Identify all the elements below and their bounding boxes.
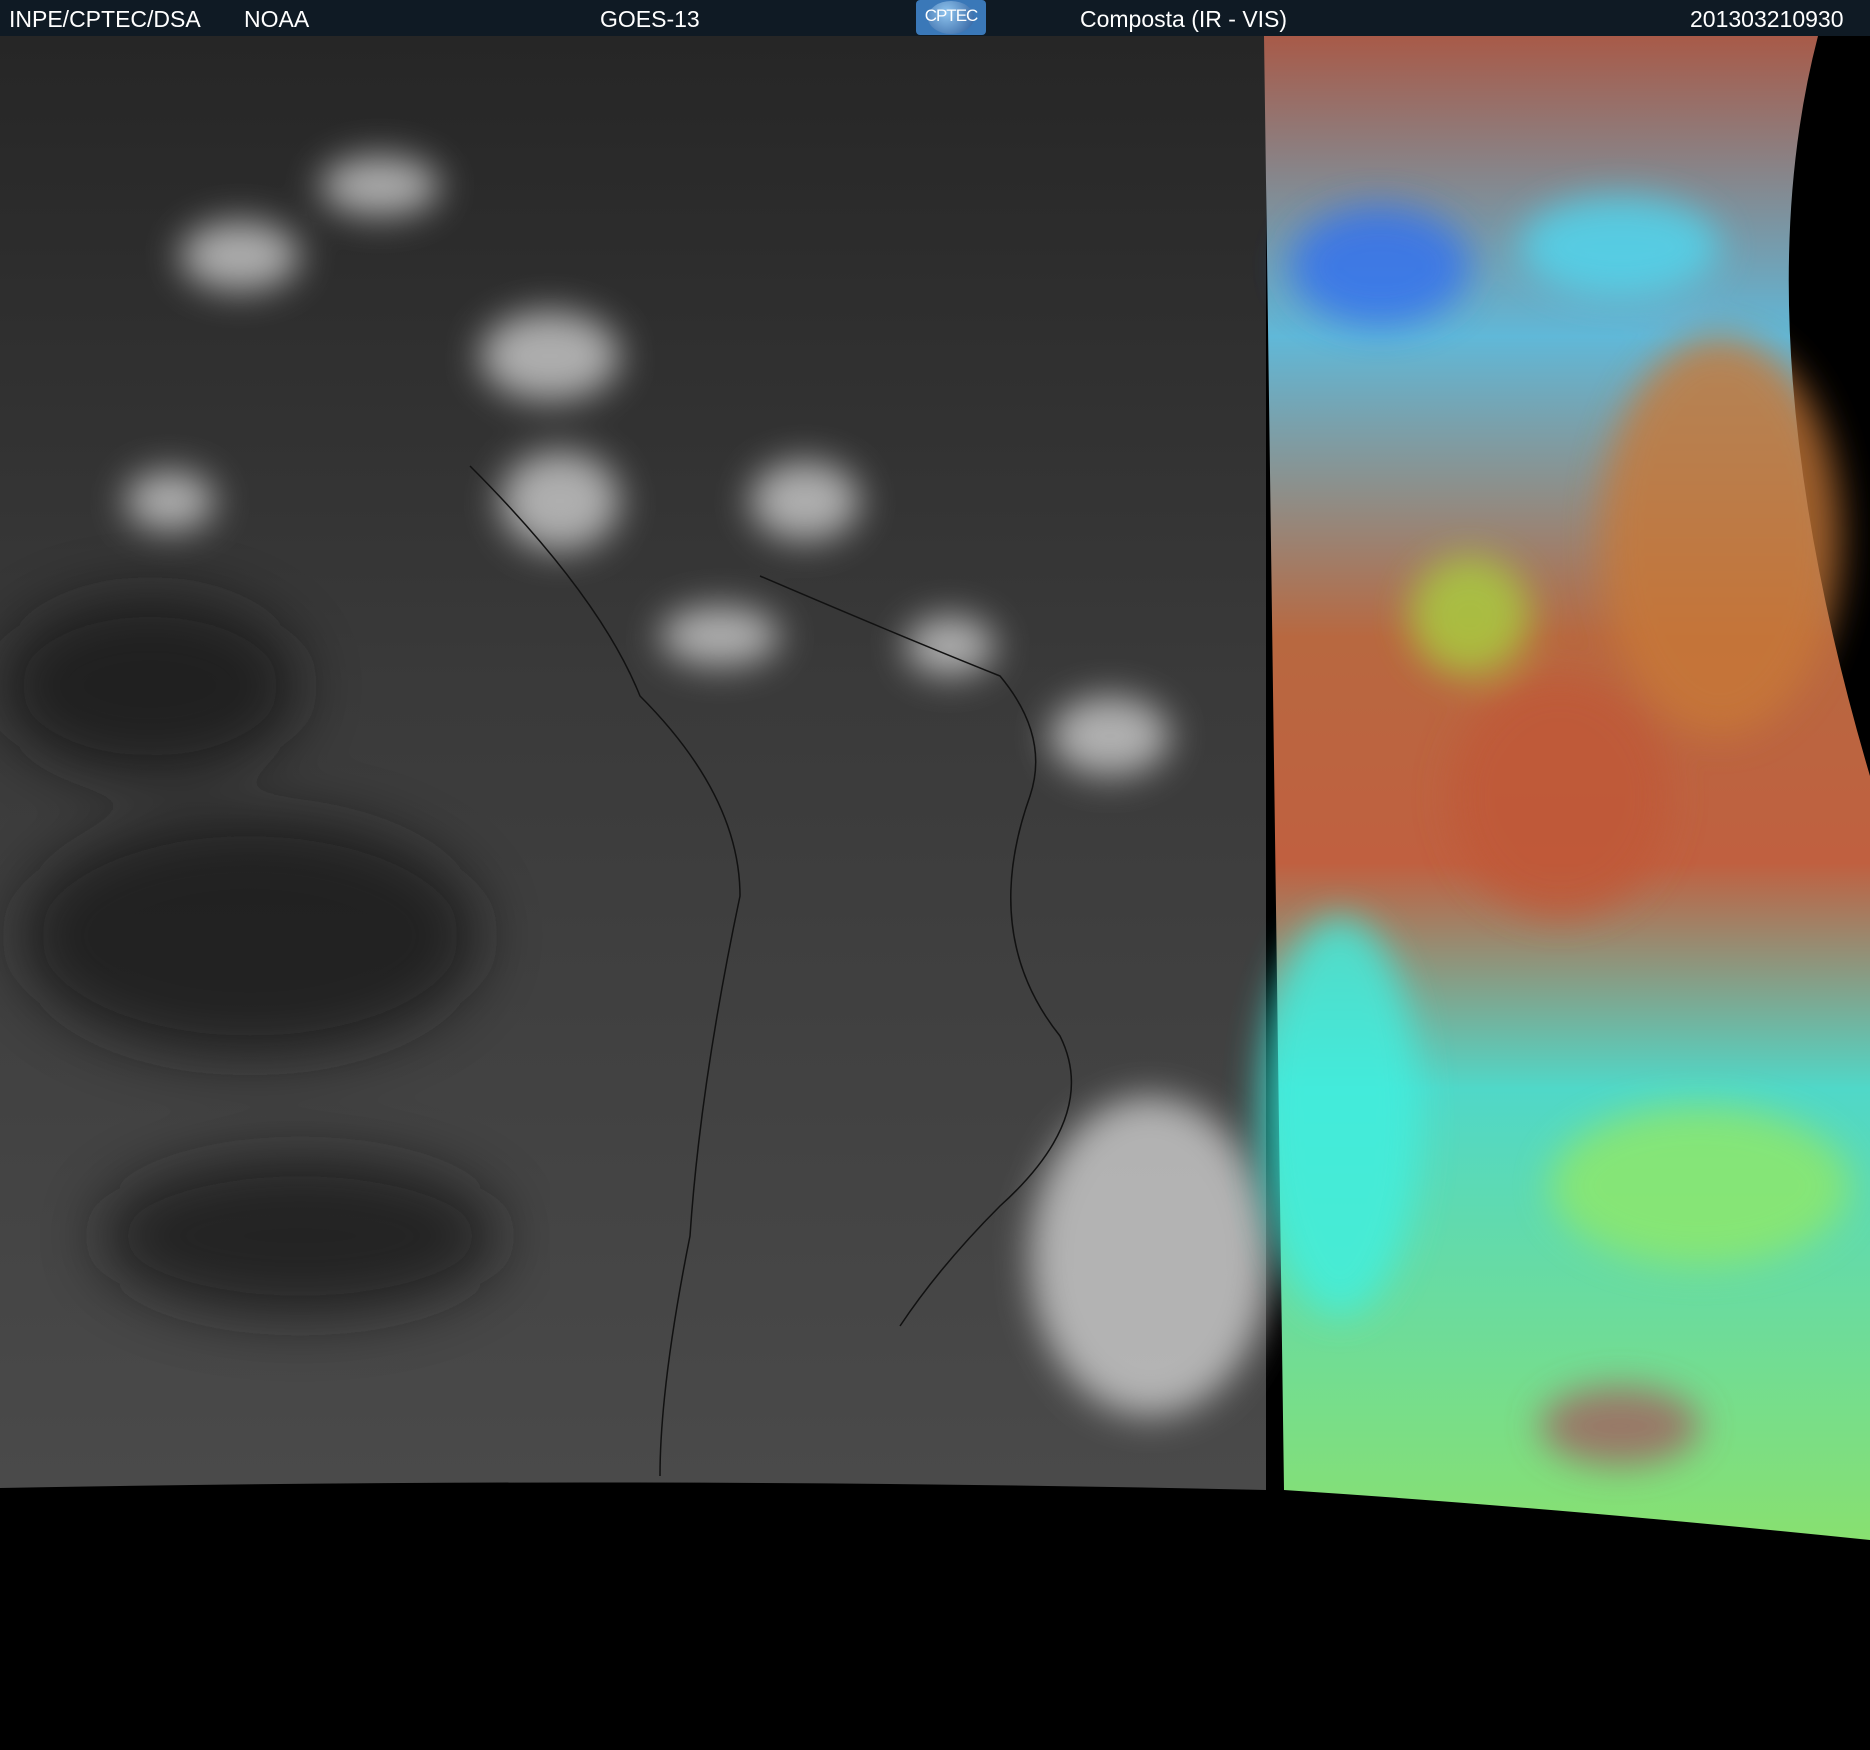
vis-region	[1260, 36, 1870, 1540]
cptec-logo: CPTEC	[916, 0, 986, 35]
ir-region	[0, 36, 1270, 1490]
source-label: NOAA	[244, 6, 310, 32]
logo-text: CPTEC	[924, 6, 979, 25]
satellite-image	[0, 36, 1870, 1540]
product-label: Composta (IR - VIS)	[1080, 6, 1288, 32]
satellite-label: GOES-13	[600, 6, 700, 32]
timestamp-label: 201303210930	[1690, 6, 1844, 32]
header-bar: INPE/CPTEC/DSA NOAA GOES-13 CPTEC Compos…	[0, 0, 1870, 36]
agency-label: INPE/CPTEC/DSA	[9, 6, 201, 32]
